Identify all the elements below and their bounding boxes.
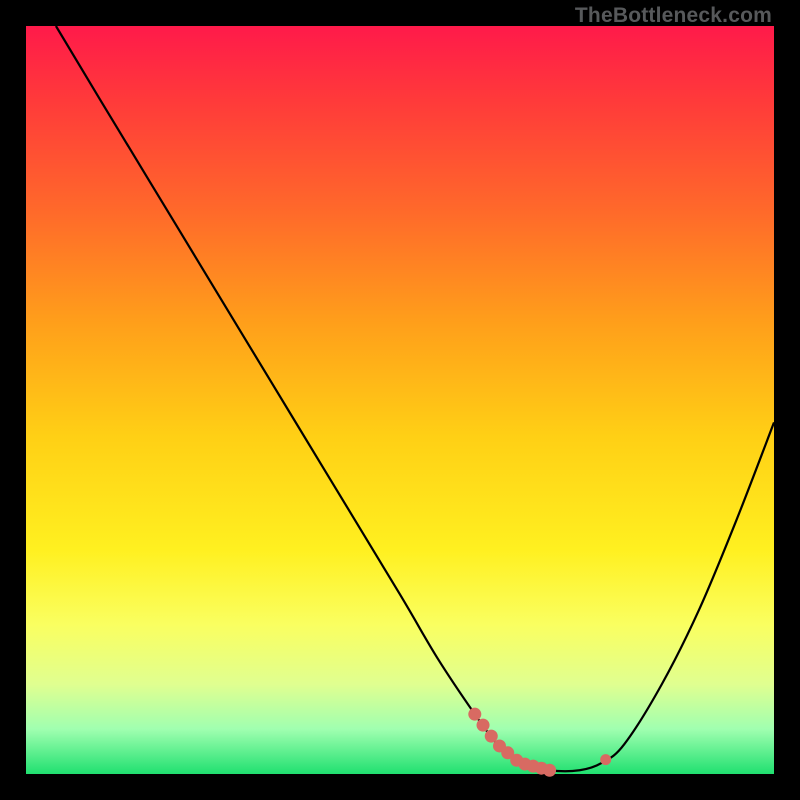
marker-dot — [543, 764, 556, 777]
marker-dot-right — [600, 754, 611, 765]
bottleneck-curve — [26, 26, 774, 774]
marker-dot — [468, 708, 481, 721]
watermark-text: TheBottleneck.com — [575, 4, 772, 28]
marker-dot — [477, 719, 490, 732]
